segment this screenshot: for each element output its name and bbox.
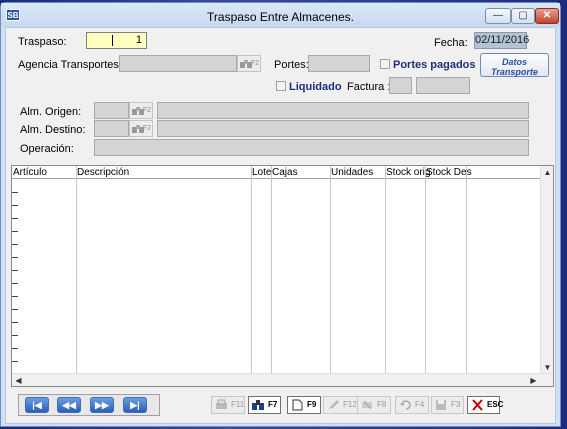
col-lote[interactable]: Lote	[252, 167, 271, 178]
first-record-button[interactable]: |◀	[25, 397, 49, 413]
liquidado-label: Liquidado	[289, 81, 342, 93]
save-button[interactable]: F3	[431, 396, 464, 414]
print-button[interactable]: F11	[211, 396, 245, 414]
operacion-label: Operación:	[20, 143, 74, 155]
delete-icon	[362, 400, 372, 410]
row-marker	[12, 348, 18, 349]
alm-destino-name	[157, 120, 529, 137]
col-unidades[interactable]: Unidades	[331, 167, 373, 178]
close-button[interactable]: ✕	[535, 8, 559, 24]
add-line-button[interactable]: F7	[248, 396, 281, 414]
vertical-scrollbar[interactable]: ▲ ▼	[540, 166, 553, 374]
alm-origen-code[interactable]	[94, 102, 129, 119]
binoculars-icon	[132, 125, 144, 133]
row-marker	[12, 270, 18, 271]
action-toolbar: F11 F7 F9 F12 F8 F4 F3 ESC	[211, 394, 503, 416]
scroll-left-icon[interactable]: ◀	[12, 374, 25, 386]
alm-destino-label: Alm. Destino:	[20, 124, 86, 136]
agencia-lookup-button[interactable]: F2	[237, 55, 261, 72]
exit-button[interactable]: ESC	[467, 396, 503, 414]
agencia-label: Agencia Transportes:	[18, 59, 122, 71]
previous-record-button[interactable]: ◀◀	[57, 397, 81, 413]
app-window: SB Traspaso Entre Almacenes. — ▢ ✕ Trasp…	[0, 2, 561, 427]
col-articulo[interactable]: Artículo	[13, 167, 47, 178]
factura-number-field[interactable]	[416, 77, 470, 94]
col-descripcion[interactable]: Descripción	[77, 167, 129, 178]
binoculars-icon	[252, 400, 264, 410]
liquidado-checkbox[interactable]	[276, 81, 286, 91]
alm-destino-code[interactable]	[94, 120, 129, 137]
save-icon	[436, 400, 446, 410]
row-marker	[12, 257, 18, 258]
col-divider	[466, 166, 467, 374]
row-marker	[12, 283, 18, 284]
col-cajas[interactable]: Cajas	[272, 167, 298, 178]
datos-transporte-button[interactable]: Datos Transporte	[480, 53, 549, 77]
refresh-button[interactable]: F12	[323, 396, 359, 414]
exit-x-icon	[472, 399, 483, 411]
row-marker	[12, 296, 18, 297]
text-cursor	[112, 35, 113, 46]
col-stock-orig[interactable]: Stock orig	[386, 167, 430, 178]
lines-grid[interactable]: Artículo Descripción Lote Cajas Unidades…	[11, 165, 554, 387]
row-marker	[12, 218, 18, 219]
horizontal-scrollbar[interactable]: ◀ ▶	[12, 373, 553, 386]
row-marker	[12, 361, 18, 362]
alm-origen-lookup-button[interactable]: F2	[129, 102, 153, 119]
maximize-button[interactable]: ▢	[511, 8, 535, 24]
row-marker	[12, 309, 18, 310]
alm-origen-name	[157, 102, 529, 119]
minimize-button[interactable]: —	[485, 8, 511, 24]
col-stock-des[interactable]: Stock Des	[426, 167, 472, 178]
printer-icon	[216, 399, 227, 409]
portes-pagados-label: Portes pagados	[393, 59, 476, 71]
grid-header: Artículo Descripción Lote Cajas Unidades…	[12, 166, 541, 179]
row-marker	[12, 244, 18, 245]
row-marker	[12, 231, 18, 232]
fecha-label: Fecha:	[434, 37, 468, 49]
agencia-code-field[interactable]	[119, 55, 237, 72]
binoculars-icon	[132, 107, 144, 115]
operacion-field[interactable]	[94, 139, 529, 156]
row-marker	[12, 322, 18, 323]
record-navigation: |◀ ◀◀ ▶▶ ▶|	[18, 394, 160, 416]
fecha-value: 02/11/2016	[474, 32, 529, 49]
alm-destino-lookup-button[interactable]: F2	[129, 120, 153, 137]
last-record-button[interactable]: ▶|	[123, 397, 147, 413]
col-divider	[76, 166, 77, 374]
col-divider	[330, 166, 331, 374]
form-area: Traspaso: 1 Fecha: 02/11/2016 Agencia Tr…	[5, 27, 556, 424]
traspaso-input[interactable]: 1	[86, 32, 147, 49]
scroll-up-icon[interactable]: ▲	[541, 166, 553, 179]
new-document-button[interactable]: F9	[287, 396, 321, 414]
row-marker	[12, 205, 18, 206]
portes-pagados-checkbox[interactable]	[380, 59, 390, 69]
factura-serie-field[interactable]	[389, 77, 412, 94]
title-bar: SB Traspaso Entre Almacenes. — ▢ ✕	[1, 3, 560, 27]
col-divider	[425, 166, 426, 374]
traspaso-label: Traspaso:	[18, 36, 67, 48]
next-record-button[interactable]: ▶▶	[90, 397, 114, 413]
col-divider	[271, 166, 272, 374]
col-divider	[385, 166, 386, 374]
traspaso-value: 1	[135, 34, 142, 46]
row-marker	[12, 192, 18, 193]
scroll-right-icon[interactable]: ▶	[527, 374, 540, 386]
delete-button[interactable]: F8	[357, 396, 391, 414]
alm-origen-label: Alm. Origen:	[20, 106, 82, 118]
window-title: Traspaso Entre Almacenes.	[207, 10, 354, 24]
undo-button[interactable]: F4	[395, 396, 429, 414]
row-marker	[12, 335, 18, 336]
portes-label: Portes:	[274, 59, 309, 71]
undo-icon	[400, 400, 411, 410]
col-divider	[251, 166, 252, 374]
edit-icon	[329, 400, 339, 409]
new-document-icon	[292, 399, 303, 411]
factura-label: Factura :	[347, 81, 391, 93]
portes-field[interactable]	[308, 55, 370, 72]
binoculars-icon	[240, 60, 252, 68]
